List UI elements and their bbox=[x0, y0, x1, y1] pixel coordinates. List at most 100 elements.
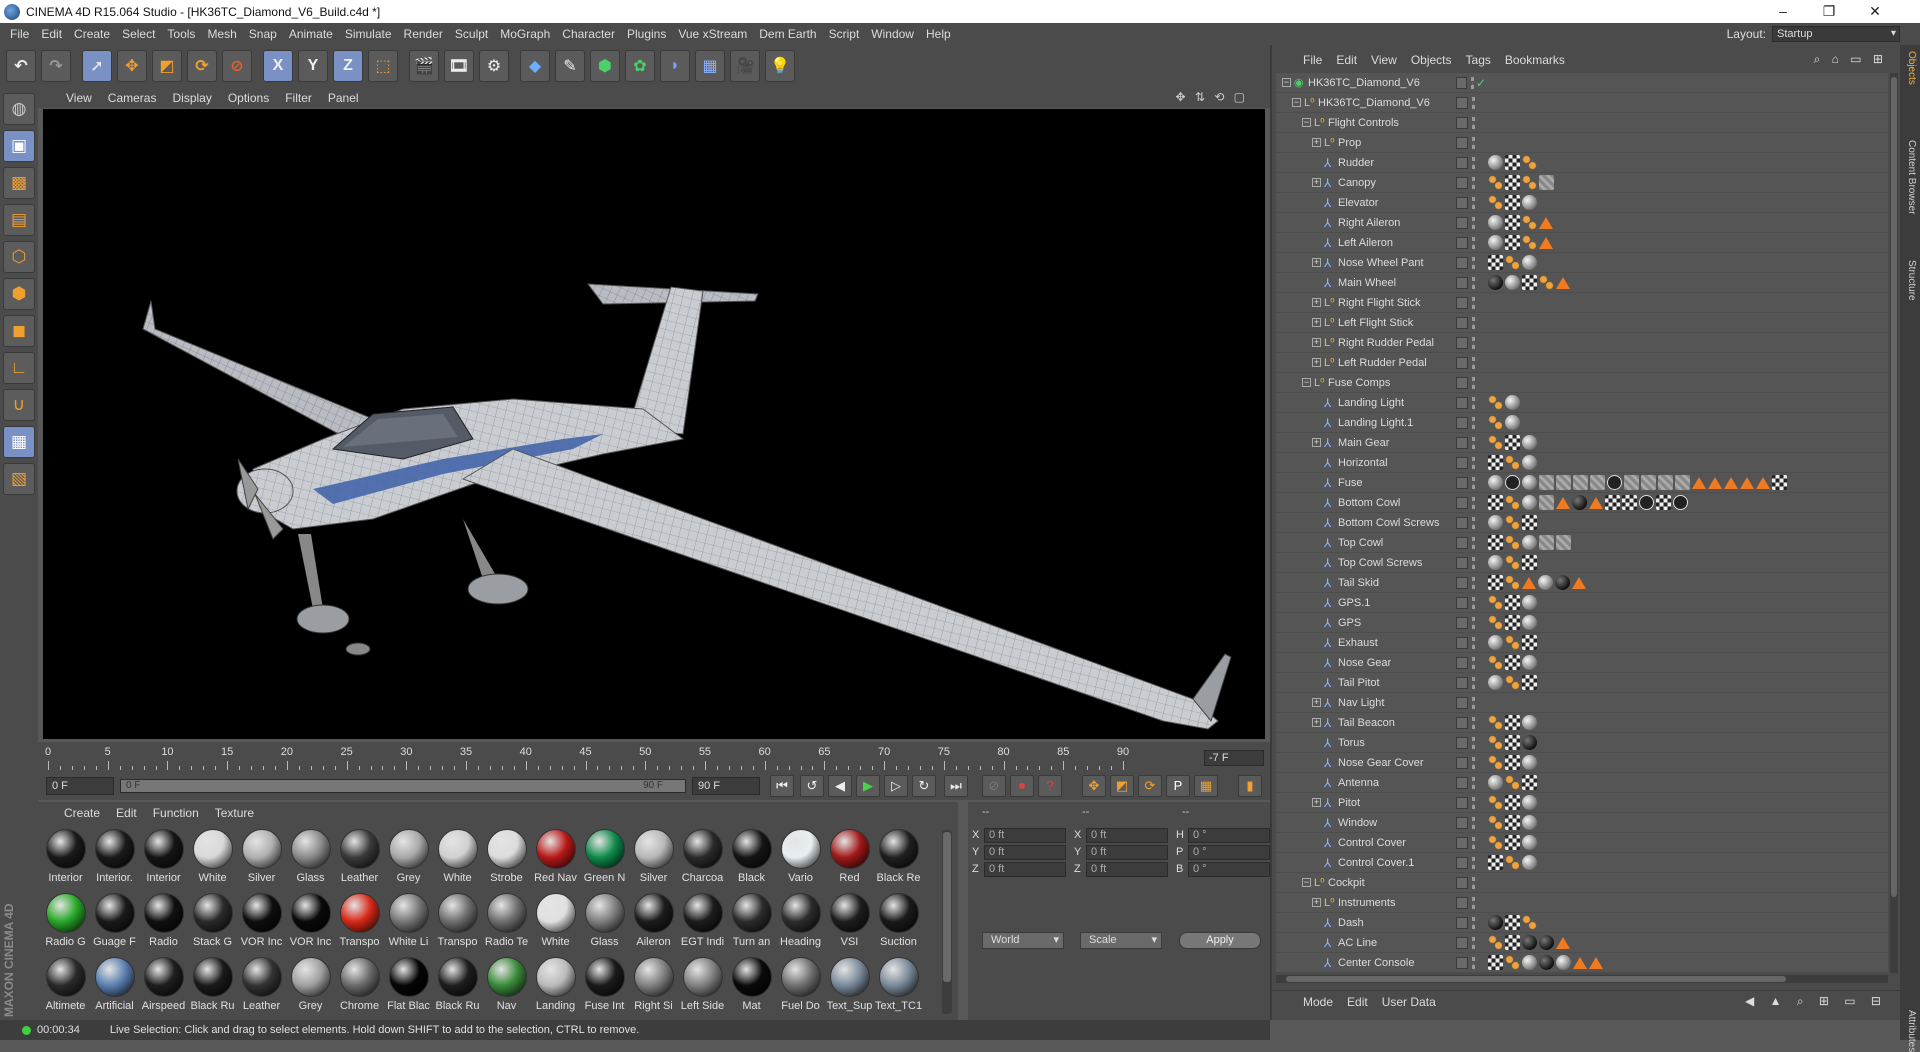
phong-tag-icon[interactable] bbox=[1505, 855, 1520, 870]
expand-icon[interactable]: + bbox=[1312, 898, 1321, 907]
checker-texture-tag-icon[interactable] bbox=[1505, 815, 1520, 830]
visibility-toggle[interactable] bbox=[1456, 533, 1486, 553]
shader-sphere-tag-icon[interactable] bbox=[1522, 475, 1537, 490]
dark-material-tag-icon[interactable] bbox=[1539, 935, 1554, 950]
visibility-toggle[interactable] bbox=[1456, 213, 1486, 233]
object-row[interactable]: ⅄ Fuse bbox=[1276, 473, 1888, 493]
menu-plugins[interactable]: Plugins bbox=[621, 27, 672, 41]
hatched-material-tag-icon[interactable] bbox=[1590, 475, 1605, 490]
material-swatch[interactable]: Fuel Do bbox=[777, 954, 824, 1017]
layer-icon[interactable] bbox=[1456, 276, 1468, 289]
warning-tag-icon[interactable] bbox=[1539, 216, 1553, 229]
shader-sphere-tag-icon[interactable] bbox=[1488, 555, 1503, 570]
material-swatch[interactable]: Radio bbox=[140, 890, 187, 953]
object-row[interactable]: ⅄ Center Console bbox=[1276, 953, 1888, 973]
hatched-material-tag-icon[interactable] bbox=[1539, 535, 1554, 550]
material-swatch[interactable]: Interior bbox=[42, 826, 89, 889]
visibility-toggle[interactable] bbox=[1456, 233, 1486, 253]
coordinate-value-field[interactable]: 0 ft bbox=[1086, 861, 1168, 877]
layer-icon[interactable] bbox=[1456, 416, 1468, 429]
shader-sphere-tag-icon[interactable] bbox=[1522, 455, 1537, 470]
phong-tag-icon[interactable] bbox=[1488, 815, 1503, 830]
visibility-dots-icon[interactable] bbox=[1472, 596, 1475, 609]
material-swatch[interactable]: Red bbox=[826, 826, 873, 889]
layer-icon[interactable] bbox=[1456, 956, 1468, 969]
object-row[interactable]: + L⁰ Left Rudder Pedal bbox=[1276, 353, 1888, 373]
checker-texture-tag-icon[interactable] bbox=[1505, 215, 1520, 230]
render-view-icon[interactable]: 🎬 bbox=[409, 50, 439, 82]
layer-icon[interactable] bbox=[1456, 96, 1468, 109]
mask-material-tag-icon[interactable] bbox=[1505, 475, 1520, 490]
maximize-button[interactable]: ❐ bbox=[1806, 0, 1852, 23]
checker-texture-tag-icon[interactable] bbox=[1522, 675, 1537, 690]
material-swatch[interactable]: Flat Blac bbox=[385, 954, 432, 1017]
layer-icon[interactable] bbox=[1456, 676, 1468, 689]
visibility-dots-icon[interactable] bbox=[1472, 616, 1475, 629]
phong-tag-icon[interactable] bbox=[1505, 255, 1520, 270]
layer-icon[interactable] bbox=[1456, 296, 1468, 309]
warning-tag-icon[interactable] bbox=[1522, 576, 1536, 589]
material-swatch[interactable]: Suction bbox=[875, 890, 922, 953]
coordinate-mode-select[interactable]: Scale bbox=[1080, 932, 1162, 949]
visibility-dots-icon[interactable] bbox=[1472, 896, 1475, 909]
warning-tag-icon[interactable] bbox=[1556, 496, 1570, 509]
menu-help[interactable]: Help bbox=[920, 27, 957, 41]
layer-icon[interactable] bbox=[1456, 616, 1468, 629]
layer-icon[interactable] bbox=[1456, 396, 1468, 409]
object-row[interactable]: ⅄ Antenna bbox=[1276, 773, 1888, 793]
menu-file[interactable]: File bbox=[4, 27, 35, 41]
shader-sphere-tag-icon[interactable] bbox=[1488, 775, 1503, 790]
object-row[interactable]: ⅄ Tail Pitot bbox=[1276, 673, 1888, 693]
menu-create[interactable]: Create bbox=[68, 27, 116, 41]
material-swatch[interactable]: Mat bbox=[728, 954, 775, 1017]
warning-tag-icon[interactable] bbox=[1708, 476, 1722, 489]
object-menu-file[interactable]: File bbox=[1296, 53, 1329, 67]
checker-texture-tag-icon[interactable] bbox=[1622, 495, 1637, 510]
menu-sculpt[interactable]: Sculpt bbox=[449, 27, 494, 41]
layer-icon[interactable] bbox=[1456, 596, 1468, 609]
checker-texture-tag-icon[interactable] bbox=[1505, 935, 1520, 950]
material-swatch[interactable]: Landing bbox=[532, 954, 579, 1017]
phong-tag-icon[interactable] bbox=[1488, 615, 1503, 630]
visibility-toggle[interactable] bbox=[1456, 773, 1486, 793]
visibility-toggle[interactable] bbox=[1456, 553, 1486, 573]
visibility-dots-icon[interactable] bbox=[1472, 756, 1475, 769]
live-selection-tool-icon[interactable]: ➚ bbox=[82, 50, 112, 82]
expand-icon[interactable]: + bbox=[1312, 298, 1321, 307]
material-swatch[interactable]: Artificial bbox=[91, 954, 138, 1017]
visibility-toggle[interactable] bbox=[1456, 493, 1486, 513]
polygons-mode-icon[interactable]: ◼ bbox=[3, 315, 35, 347]
object-row[interactable]: ⅄ Control Cover.1 bbox=[1276, 853, 1888, 873]
phong-tag-icon[interactable] bbox=[1505, 535, 1520, 550]
material-swatch[interactable]: Fuse Int bbox=[581, 954, 628, 1017]
snap-settings-icon[interactable]: ▧ bbox=[3, 463, 35, 495]
visibility-toggle[interactable] bbox=[1456, 393, 1486, 413]
object-row[interactable]: ⅄ Control Cover bbox=[1276, 833, 1888, 853]
material-swatch[interactable]: Heading bbox=[777, 890, 824, 953]
layer-icon[interactable] bbox=[1456, 576, 1468, 589]
expand-icon[interactable]: + bbox=[1312, 258, 1321, 267]
menu-render[interactable]: Render bbox=[398, 27, 449, 41]
visibility-toggle[interactable] bbox=[1456, 473, 1486, 493]
phong-tag-icon[interactable] bbox=[1505, 515, 1520, 530]
axis-mode-icon[interactable]: ∟ bbox=[3, 352, 35, 384]
subdivision-surface-icon[interactable]: ⬢ bbox=[590, 50, 620, 82]
move-tool-icon[interactable]: ✥ bbox=[117, 50, 147, 82]
checker-texture-tag-icon[interactable] bbox=[1505, 435, 1520, 450]
collapse-icon[interactable]: − bbox=[1282, 78, 1291, 87]
object-row[interactable]: ⅄ Main Wheel bbox=[1276, 273, 1888, 293]
object-row[interactable]: + ⅄ Nose Wheel Pant bbox=[1276, 253, 1888, 273]
phong-tag-icon[interactable] bbox=[1488, 795, 1503, 810]
material-scrollbar[interactable] bbox=[942, 830, 952, 1014]
shader-sphere-tag-icon[interactable] bbox=[1522, 835, 1537, 850]
visibility-toggle[interactable] bbox=[1456, 813, 1486, 833]
visibility-toggle[interactable] bbox=[1456, 833, 1486, 853]
phong-tag-icon[interactable] bbox=[1488, 735, 1503, 750]
layer-icon[interactable] bbox=[1456, 876, 1468, 889]
shader-sphere-tag-icon[interactable] bbox=[1505, 275, 1520, 290]
phong-tag-icon[interactable] bbox=[1539, 275, 1554, 290]
make-editable-icon[interactable]: ◍ bbox=[3, 93, 35, 125]
visibility-toggle[interactable] bbox=[1456, 873, 1486, 893]
visibility-toggle[interactable] bbox=[1456, 93, 1486, 113]
phong-tag-icon[interactable] bbox=[1505, 955, 1520, 970]
